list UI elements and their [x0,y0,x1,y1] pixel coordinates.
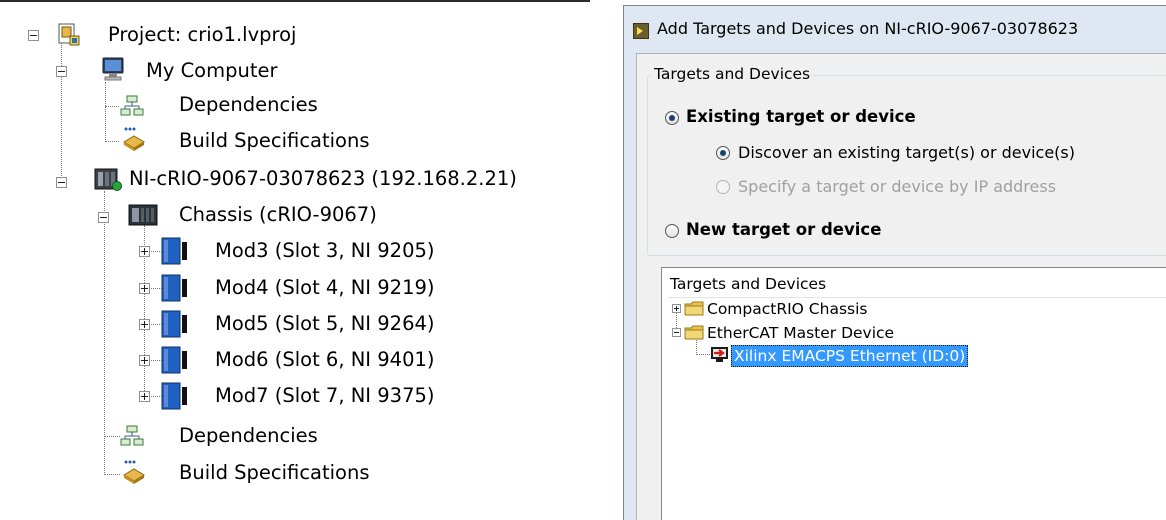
tree-item-crio-target[interactable]: NI-cRIO-9067-03078623 (192.168.2.21) [129,162,517,196]
expand-module-button[interactable] [139,355,150,366]
tree-item-my-computer[interactable]: My Computer [146,54,278,88]
collapse-target-button[interactable] [56,177,67,188]
labview-app-icon [633,23,649,39]
ethernet-device-icon [710,344,730,364]
list-item-label: Xilinx EMACPS Ethernet (ID:0) [731,344,969,367]
tree-item-label: Mod4 (Slot 4, NI 9219) [215,276,435,299]
specify-ip-radio[interactable] [716,180,730,194]
dependencies-icon [120,425,144,447]
tree-connector [104,191,105,475]
build-specifications-icon [121,459,147,485]
expand-module-button[interactable] [139,283,150,294]
tree-item-module[interactable]: Mod4 (Slot 4, NI 9219) [215,271,435,305]
computer-icon [100,56,126,82]
new-target-label[interactable]: New target or device [686,220,881,239]
tree-item-dependencies[interactable]: Dependencies [179,88,318,122]
tree-item-label: Mod6 (Slot 6, NI 9401) [215,348,435,371]
tree-connector [105,106,119,107]
c-series-module-icon [160,381,194,411]
list-item-compactrio-chassis[interactable]: CompactRIO Chassis [707,297,868,320]
tree-item-label: Mod5 (Slot 5, NI 9264) [215,312,435,335]
tree-item-label: Dependencies [179,424,318,447]
tree-item-label: Project: crio1.lvproj [108,23,297,46]
discover-target-radio[interactable] [716,146,730,160]
tree-connector [696,354,710,355]
list-item-label: CompactRIO Chassis [707,299,868,318]
existing-target-radio[interactable] [665,111,679,125]
tree-connector [61,40,62,180]
collapse-my-computer-button[interactable] [56,66,67,77]
tree-item-label: NI-cRIO-9067-03078623 (192.168.2.21) [129,167,517,190]
dialog-title-bar[interactable]: Add Targets and Devices on NI-cRIO-9067-… [624,6,1166,54]
list-item-xilinx-ethernet[interactable]: Xilinx EMACPS Ethernet (ID:0) [731,344,969,367]
tree-connector [105,141,119,142]
c-series-module-icon [160,345,194,375]
tree-item-label: Mod7 (Slot 7, NI 9375) [215,384,435,407]
add-targets-dialog: Add Targets and Devices on NI-cRIO-9067-… [623,5,1166,520]
discover-target-label[interactable]: Discover an existing target(s) or device… [738,143,1075,162]
expand-module-button[interactable] [139,246,150,257]
tree-item-label: My Computer [146,59,278,82]
c-series-module-icon [160,236,194,266]
tree-item-label: Chassis (cRIO-9067) [179,203,377,226]
panel-top-border [0,0,590,2]
specify-ip-label[interactable]: Specify a target or device by IP address [738,177,1056,196]
tree-item-module[interactable]: Mod7 (Slot 7, NI 9375) [215,379,435,413]
expand-module-button[interactable] [139,319,150,330]
tree-item-build-specifications[interactable]: Build Specifications [179,124,370,158]
chassis-icon [128,202,158,228]
tree-item-chassis[interactable]: Chassis (cRIO-9067) [179,198,377,232]
collapse-ethercat-button[interactable] [672,328,681,337]
tree-item-label: Dependencies [179,93,318,116]
folder-icon [684,325,704,340]
tree-connector [105,82,106,142]
group-box-label: Targets and Devices [651,65,814,83]
new-target-radio[interactable] [665,224,679,238]
dialog-client-area: Targets and Devices Existing target or d… [636,53,1166,520]
tree-item-module[interactable]: Mod6 (Slot 6, NI 9401) [215,343,435,377]
list-column-header[interactable]: Targets and Devices [670,275,826,293]
existing-target-label[interactable]: Existing target or device [686,107,916,126]
tree-item-build-specifications[interactable]: Build Specifications [179,456,370,490]
tree-item-label: Build Specifications [179,129,370,152]
tree-item-project[interactable]: Project: crio1.lvproj [108,18,296,52]
tree-item-module[interactable]: Mod3 (Slot 3, NI 9205) [215,234,435,268]
crio-target-icon [93,166,123,192]
dialog-title: Add Targets and Devices on NI-cRIO-9067-… [657,19,1079,38]
tree-item-module[interactable]: Mod5 (Slot 5, NI 9264) [215,307,435,341]
folder-icon [684,301,704,316]
tree-item-label: Build Specifications [179,461,370,484]
tree-item-dependencies[interactable]: Dependencies [179,419,318,453]
c-series-module-icon [160,309,194,339]
tree-connector [104,474,120,475]
list-item-ethercat-master[interactable]: EtherCAT Master Device [707,321,894,344]
tree-connector [104,436,120,437]
targets-devices-list[interactable]: Targets and Devices CompactRIO Chassis E… [661,267,1166,520]
collapse-chassis-button[interactable] [98,212,109,223]
list-item-label: EtherCAT Master Device [707,323,895,342]
expand-module-button[interactable] [139,391,150,402]
expand-compactrio-button[interactable] [672,304,681,313]
project-icon [57,23,81,47]
collapse-project-button[interactable] [28,30,39,41]
c-series-module-icon [160,273,194,303]
dependencies-icon [120,95,144,117]
tree-item-label: Mod3 (Slot 3, NI 9205) [215,239,435,262]
build-specifications-icon [121,126,147,152]
project-explorer-tree: Project: crio1.lvproj My Computer Depend… [0,0,590,520]
